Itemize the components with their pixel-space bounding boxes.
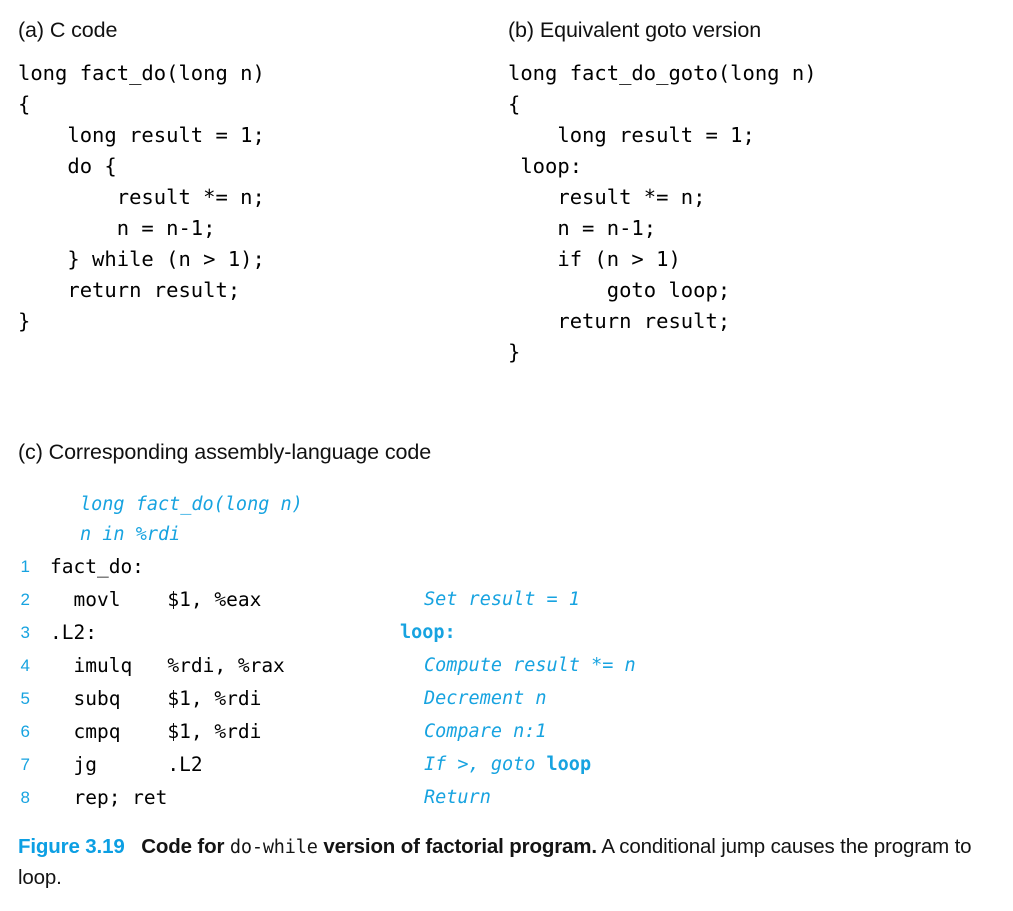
caption-mono-term: do-while <box>229 837 318 858</box>
assembly-line-number: 4 <box>20 656 30 675</box>
code-line: do { <box>18 154 117 178</box>
panel-a-code-block: long fact_do(long n) { long result = 1; d… <box>18 58 265 337</box>
assembly-instruction: fact_do: <box>50 555 144 578</box>
assembly-comment: Set result = 1 <box>424 583 580 616</box>
assembly-comment-text: Compute result *= n <box>424 655 636 676</box>
figure-number: Figure 3.19 <box>18 835 125 858</box>
assembly-line-number: 1 <box>20 557 30 576</box>
code-line: result *= n; <box>18 185 265 209</box>
code-line: } <box>18 309 31 333</box>
code-line: return result; <box>508 309 731 333</box>
code-line: long result = 1; <box>18 123 265 147</box>
assembly-row: 2 movl $1, %eax Set result = 1 <box>0 583 1013 616</box>
assembly-instruction: subq $1, %rdi <box>50 687 262 710</box>
assembly-instruction: movl $1, %eax <box>50 588 262 611</box>
assembly-row: 1 fact_do: <box>0 550 1013 583</box>
code-line: n = n-1; <box>18 216 216 240</box>
caption-bold-tail: version of factorial program. <box>323 835 597 858</box>
assembly-comment: Decrement n <box>424 682 547 715</box>
assembly-loop-label: loop: <box>400 616 456 649</box>
assembly-listing: long fact_do(long n) n in %rdi 1 fact_do: 2 … <box>0 490 1013 814</box>
code-line: goto loop; <box>508 278 731 302</box>
panel-a-heading: (a) C code <box>18 18 118 42</box>
code-line: n = n-1; <box>508 216 657 240</box>
assembly-comment-text: Return <box>424 787 491 808</box>
assembly-comment: Compute result *= n <box>424 649 636 682</box>
code-line: loop: <box>508 154 583 178</box>
code-line: } while (n > 1); <box>18 247 265 271</box>
assembly-line-number: 2 <box>20 590 30 609</box>
assembly-instruction: rep; ret <box>50 786 168 809</box>
code-line: result *= n; <box>508 185 706 209</box>
assembly-instruction: cmpq $1, %rdi <box>50 720 262 743</box>
panel-c-heading: (c) Corresponding assembly-language code <box>18 440 432 464</box>
code-line: long fact_do(long n) <box>18 61 265 85</box>
code-line: long fact_do_goto(long n) <box>508 61 817 85</box>
caption-bold-lead: Code for <box>141 835 225 858</box>
assembly-comment: Compare n:1 <box>424 715 547 748</box>
assembly-row: 8 rep; ret Return <box>0 781 1013 814</box>
assembly-comment: If >, goto loop <box>424 748 591 781</box>
assembly-instruction: .L2: <box>50 621 97 644</box>
assembly-comment: Return <box>424 781 491 814</box>
code-line: return result; <box>18 278 241 302</box>
assembly-header-line: long fact_do(long n) <box>80 494 303 515</box>
code-line: } <box>508 340 521 364</box>
assembly-comment-label-ref: loop <box>546 754 592 775</box>
assembly-line-number: 7 <box>20 755 30 774</box>
assembly-comment-text: If >, goto <box>424 754 547 775</box>
assembly-row: 5 subq $1, %rdi Decrement n <box>0 682 1013 715</box>
assembly-row: 4 imulq %rdi, %rax Compute result *= n <box>0 649 1013 682</box>
assembly-line-number: 8 <box>20 788 30 807</box>
code-line: { <box>18 92 31 116</box>
figure-caption: Figure 3.19 Code for do-while version of… <box>18 832 993 893</box>
assembly-comment-text: Set result = 1 <box>424 589 580 610</box>
assembly-instruction: jg .L2 <box>50 753 203 776</box>
code-line: { <box>508 92 521 116</box>
assembly-row: 6 cmpq $1, %rdi Compare n:1 <box>0 715 1013 748</box>
assembly-line-number: 3 <box>20 623 30 642</box>
assembly-row: 3 .L2: loop: <box>0 616 1013 649</box>
assembly-comment-text: Compare n:1 <box>424 721 547 742</box>
panel-b-code-block: long fact_do_goto(long n) { long result =… <box>508 58 817 368</box>
assembly-comment-text: loop: <box>400 622 456 643</box>
assembly-line-number: 5 <box>20 689 30 708</box>
assembly-line-number: 6 <box>20 722 30 741</box>
code-line: if (n > 1) <box>508 247 681 271</box>
panel-b-heading: (b) Equivalent goto version <box>508 18 762 42</box>
code-line: long result = 1; <box>508 123 755 147</box>
assembly-comment-text: Decrement n <box>424 688 547 709</box>
assembly-instruction: imulq %rdi, %rax <box>50 654 285 677</box>
assembly-header-line: n in %rdi <box>80 524 181 545</box>
assembly-row: 7 jg .L2 If >, goto loop <box>0 748 1013 781</box>
